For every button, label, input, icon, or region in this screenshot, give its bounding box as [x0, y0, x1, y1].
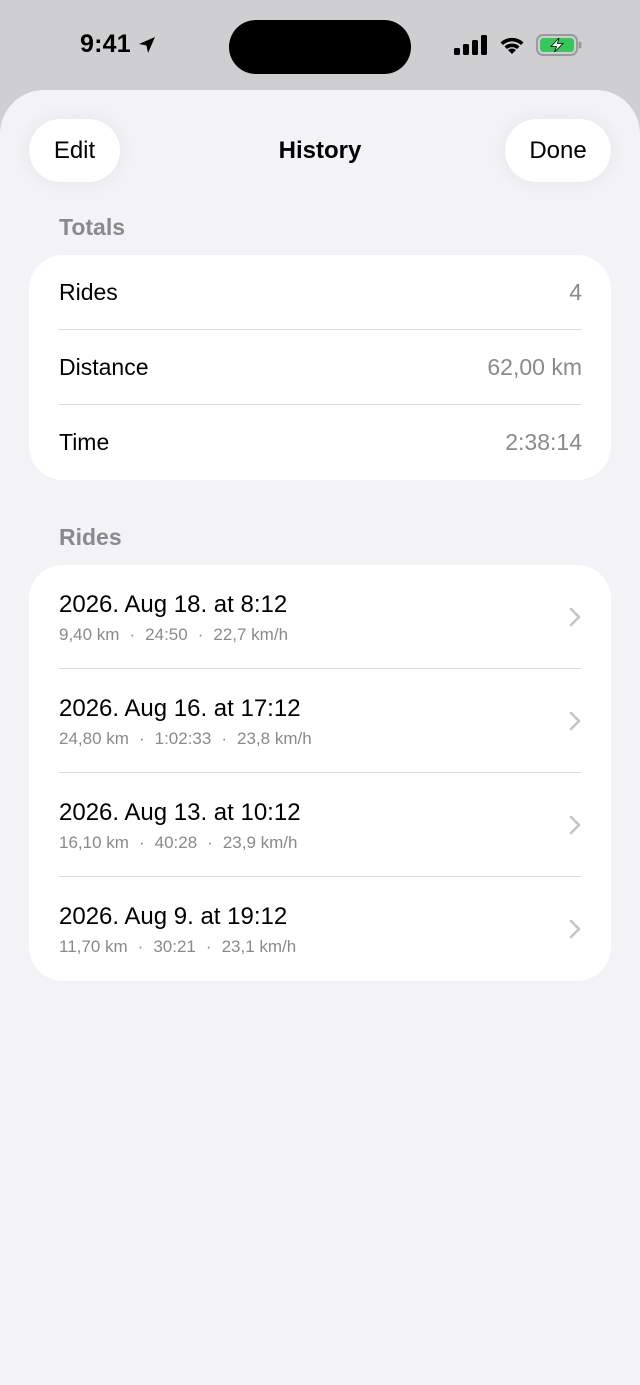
ride-title: 2026. Aug 13. at 10:12: [59, 799, 301, 826]
totals-card: Rides 4 Distance 62,00 km Time 2:38:14: [29, 255, 611, 480]
totals-row-rides: Rides 4: [29, 255, 611, 330]
chevron-right-icon: [569, 815, 581, 835]
ride-duration: 1:02:33: [154, 729, 212, 748]
ride-speed: 22,7 km/h: [213, 625, 289, 644]
ride-speed: 23,8 km/h: [237, 729, 312, 748]
separator-dot: ·: [138, 729, 145, 748]
history-sheet: Edit History Done Totals Rides 4 Distanc…: [0, 90, 640, 1385]
status-time-text: 9:41: [80, 30, 131, 58]
ride-speed: 23,1 km/h: [221, 937, 297, 956]
separator-dot: ·: [129, 625, 136, 644]
separator-dot: ·: [221, 729, 228, 748]
ride-distance: 9,40 km: [59, 625, 120, 644]
ride-title: 2026. Aug 9. at 19:12: [59, 903, 288, 930]
wifi-icon: [500, 37, 524, 54]
ride-summary: 24,80 km · 1:02:33 · 23,8 km/h: [59, 729, 582, 749]
ride-distance: 24,80 km: [59, 729, 129, 748]
chevron-right-icon: [569, 711, 581, 731]
ride-speed: 23,9 km/h: [222, 833, 298, 852]
totals-value: 4: [569, 279, 582, 305]
totals-row-time: Time 2:38:14: [29, 405, 611, 480]
separator-dot: ·: [137, 937, 144, 956]
ride-distance: 16,10 km: [59, 833, 129, 852]
ride-duration: 30:21: [153, 937, 196, 956]
status-indicators: [454, 34, 582, 56]
location-arrow-icon: [138, 36, 155, 53]
ride-duration: 24:50: [145, 625, 188, 644]
ride-list-item[interactable]: 2026. Aug 18. at 8:12 9,40 km · 24:50 · 22,7…: [29, 565, 611, 669]
separator-dot: ·: [138, 833, 145, 852]
ride-title: 2026. Aug 16. at 17:12: [59, 695, 301, 722]
separator-dot: ·: [207, 833, 213, 852]
status-bar: 9:41: [0, 0, 640, 92]
dynamic-island: [229, 20, 411, 74]
ride-distance: 11,70 km: [59, 937, 128, 956]
totals-value: 2:38:14: [505, 429, 582, 455]
separator-dot: ·: [197, 625, 204, 644]
ride-duration: 40:28: [154, 833, 198, 852]
separator-dot: ·: [205, 937, 212, 956]
rides-card: 2026. Aug 18. at 8:12 9,40 km · 24:50 · 22,7…: [29, 565, 611, 981]
ride-summary: 16,10 km · 40:28 · 23,9 km/h: [59, 833, 582, 853]
ride-summary: 11,70 km · 30:21 · 23,1 km/h: [59, 937, 582, 957]
signal-icon: [454, 35, 487, 55]
chevron-right-icon: [569, 607, 581, 627]
ride-list-item[interactable]: 2026. Aug 16. at 17:12 24,80 km · 1:02:33 ·…: [29, 669, 611, 773]
totals-row-distance: Distance 62,00 km: [29, 330, 611, 405]
rides-section-header: Rides: [59, 524, 122, 550]
totals-value: 62,00 km: [487, 354, 582, 380]
done-button[interactable]: Done: [505, 119, 611, 182]
ride-list-item[interactable]: 2026. Aug 13. at 10:12 16,10 km · 40:28 · 23…: [29, 773, 611, 877]
battery-charging-icon: [536, 34, 582, 56]
totals-label: Rides: [59, 279, 118, 305]
totals-section-header: Totals: [59, 214, 126, 240]
totals-label: Distance: [59, 354, 149, 380]
ride-list-item[interactable]: 2026. Aug 9. at 19:12 11,70 km · 30:21 · 23,…: [29, 877, 611, 981]
ride-summary: 9,40 km · 24:50 · 22,7 km/h: [59, 625, 582, 645]
totals-label: Time: [59, 429, 110, 455]
chevron-right-icon: [569, 919, 581, 939]
status-time: 9:41: [80, 30, 157, 59]
ride-title: 2026. Aug 18. at 8:12: [59, 591, 288, 618]
